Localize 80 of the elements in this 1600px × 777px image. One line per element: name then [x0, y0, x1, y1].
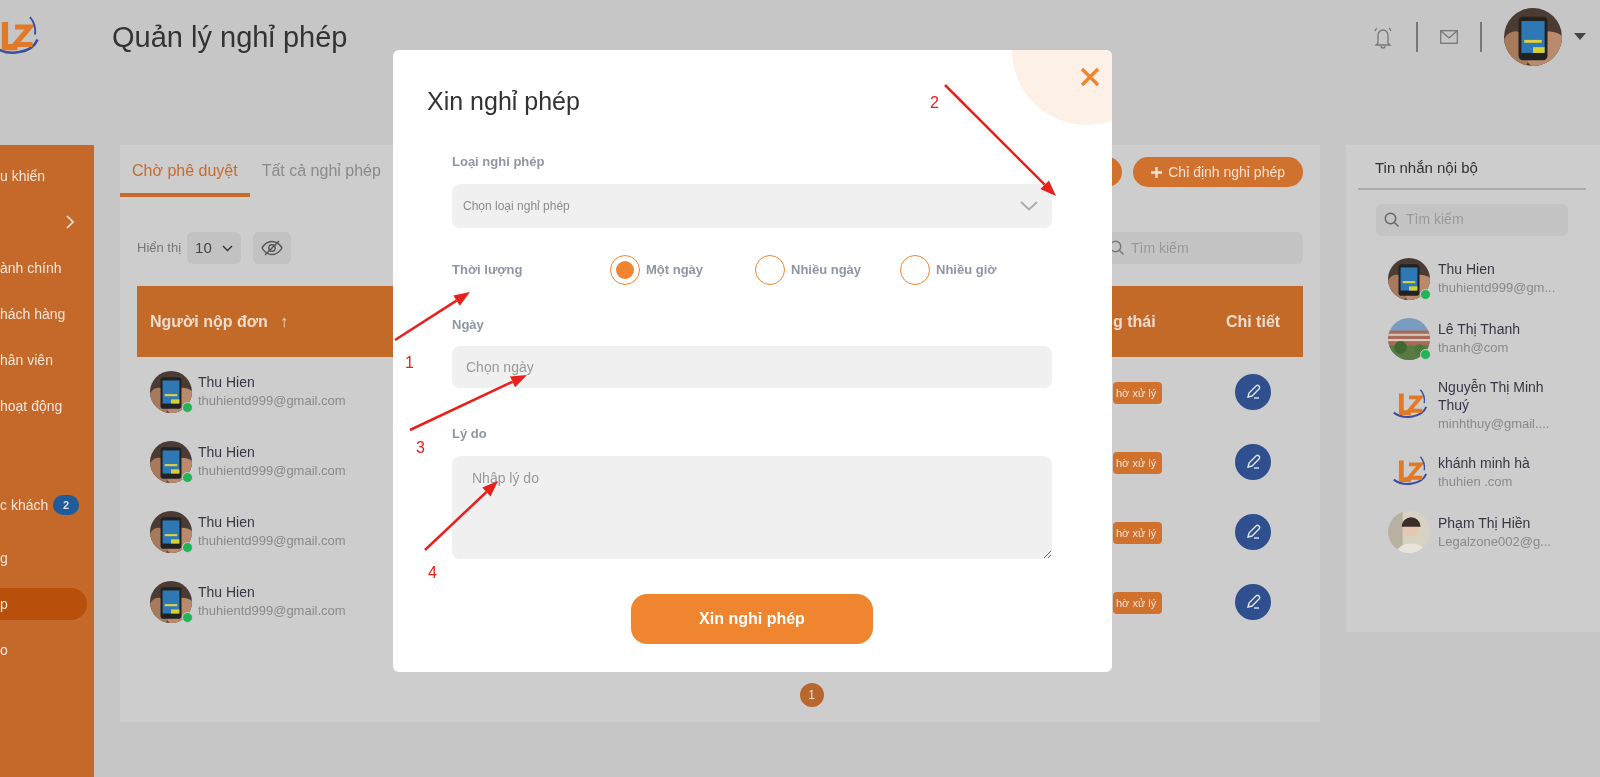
- sidebar-item[interactable]: hoạt động: [0, 383, 94, 429]
- column-header: Chi tiết: [1225, 311, 1281, 332]
- page-title: Quản lý nghỉ phép: [112, 20, 348, 55]
- sidebar-item[interactable]: hân viên: [0, 337, 94, 383]
- column-header[interactable]: Người nộp đơn: [150, 309, 268, 334]
- annotation-number: 3: [416, 439, 425, 456]
- mail-icon[interactable]: [1440, 30, 1458, 44]
- contact-email: Legalzone002@g...: [1438, 532, 1552, 551]
- sidebar-item[interactable]: g: [0, 535, 94, 581]
- assign-button[interactable]: Chỉ định nghỉ phép: [1133, 157, 1303, 187]
- contact-name[interactable]: Lê Thị Thanh: [1438, 319, 1573, 338]
- annotation-number: 4: [428, 564, 437, 581]
- plus-icon: [1151, 166, 1163, 178]
- pencil-icon: [1245, 454, 1261, 470]
- applicant-email: thuhientd999@gmail.com: [198, 462, 346, 481]
- caret-icon[interactable]: [1574, 33, 1586, 41]
- contact-email: thuhien .com: [1438, 472, 1514, 491]
- contact-name[interactable]: Nguyễn Thị Minh Thuý: [1438, 377, 1573, 414]
- field-label: Thời lượng: [452, 260, 524, 279]
- contact-email: thanh@com: [1438, 338, 1510, 357]
- applicant-email: thuhientd999@gmail.com: [198, 602, 346, 621]
- sidebar-item[interactable]: u khiển: [0, 153, 94, 199]
- annotation-number: 2: [930, 94, 939, 111]
- applicant-email: thuhientd999@gmail.com: [198, 532, 346, 551]
- status-badge: hờ xử lý: [1113, 521, 1163, 545]
- submit-button[interactable]: Xin nghỉ phép: [631, 593, 873, 644]
- annotation-number: 1: [405, 354, 414, 371]
- modal-title: Xin nghỉ phép: [427, 86, 580, 116]
- pencil-icon: [1245, 524, 1261, 540]
- status-badge: hờ xử lý: [1113, 451, 1163, 475]
- contact-name[interactable]: Thu Hien: [1438, 259, 1573, 278]
- applicant-name: Thu Hien: [198, 513, 256, 532]
- field-label: Loại nghỉ phép: [452, 153, 545, 171]
- chevron-down-icon: [1020, 200, 1038, 211]
- contact-name[interactable]: Phạm Thị Hiền: [1438, 513, 1573, 532]
- close-icon: [1080, 66, 1100, 87]
- applicant-name: Thu Hien: [198, 443, 256, 462]
- applicant-email: thuhientd999@gmail.com: [198, 392, 346, 411]
- field-label: Ngày: [452, 315, 484, 334]
- search-icon: [1109, 240, 1125, 256]
- reason-field[interactable]: Nhập lý do: [452, 455, 1052, 559]
- tab[interactable]: Tất cả nghỉ phép: [249, 157, 393, 197]
- tab[interactable]: Chờ phê duyệt: [120, 157, 250, 197]
- sidebar-item[interactable]: c khách 2: [0, 475, 94, 535]
- sidebar-item[interactable]: ành chính: [0, 245, 94, 291]
- edit-button[interactable]: [1235, 584, 1271, 620]
- leave-type-select[interactable]: Chọn loại nghỉ phép: [452, 183, 1052, 228]
- chevron-icon[interactable]: [66, 215, 74, 229]
- sidebar-item[interactable]: p: [0, 588, 87, 620]
- applicant-name: Thu Hien: [198, 583, 256, 602]
- status-badge: hờ xử lý: [1113, 591, 1163, 615]
- eye-slash-icon: [260, 240, 283, 256]
- edit-button[interactable]: [1235, 444, 1271, 480]
- pencil-icon: [1245, 384, 1261, 400]
- count-badge: 2: [53, 495, 79, 515]
- sort-icon[interactable]: ↑: [279, 309, 288, 334]
- pencil-icon: [1245, 594, 1261, 610]
- sidebar-item[interactable]: o: [0, 627, 94, 673]
- show-label: Hiển thị: [137, 239, 182, 258]
- contact-name[interactable]: khánh minh hà: [1438, 453, 1573, 472]
- radio-option[interactable]: Một ngày: [610, 254, 755, 285]
- edit-button[interactable]: [1235, 514, 1271, 550]
- applicant-name: Thu Hien: [198, 373, 256, 392]
- contact-email: minhthuy@gmail....: [1438, 414, 1551, 433]
- radio-option[interactable]: Nhiều giờ: [900, 254, 1045, 285]
- page-button[interactable]: 1: [799, 683, 824, 707]
- status-badge: hờ xử lý: [1113, 381, 1163, 405]
- field-label: Lý do: [452, 425, 487, 443]
- radio-option[interactable]: Nhiều ngày: [755, 254, 900, 285]
- edit-button[interactable]: [1235, 374, 1271, 410]
- sidebar-item[interactable]: hách hàng: [0, 291, 94, 337]
- panel-title: Tin nhắn nội bộ: [1358, 145, 1586, 190]
- search-icon: [1384, 211, 1400, 228]
- bell-icon[interactable]: [1372, 25, 1394, 49]
- hide-columns-button[interactable]: [252, 232, 291, 264]
- column-header: g thái: [1113, 312, 1156, 330]
- contact-email: thuhientd999@gm...: [1438, 278, 1557, 297]
- chevron-down-icon: [221, 244, 233, 252]
- page-size-select[interactable]: 10: [187, 232, 241, 264]
- date-field[interactable]: Chọn ngày: [452, 346, 1052, 388]
